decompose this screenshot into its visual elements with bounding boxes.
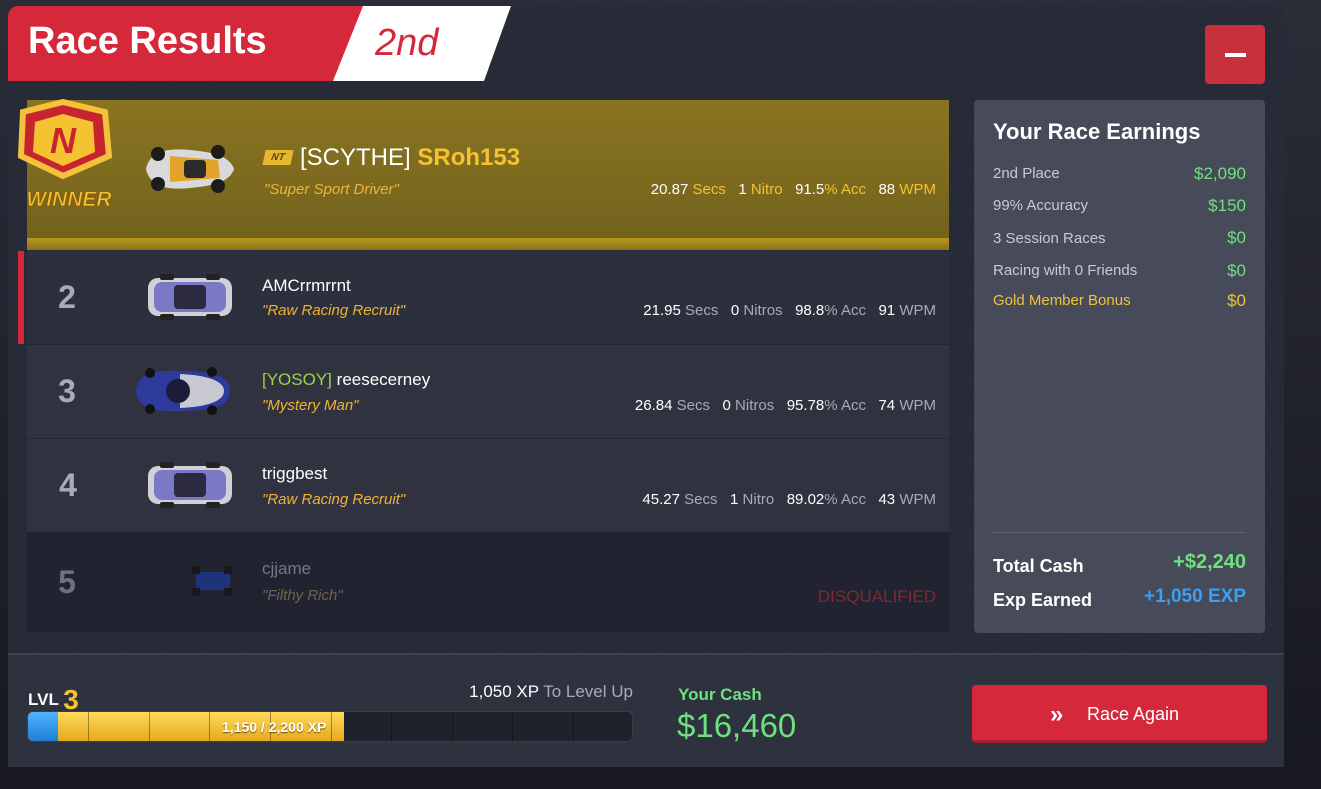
xp-progress-bar: [27, 711, 633, 742]
position-number: 5: [58, 564, 76, 600]
exp-earned-value: +1,050 EXP: [1144, 586, 1246, 607]
team-logo-icon: NT: [262, 150, 294, 165]
winner-secs: 20.87: [650, 181, 689, 198]
page-title: Race Results: [28, 20, 267, 62]
car-icon: [148, 274, 232, 320]
car-icon: [136, 367, 230, 415]
earnings-divider: [993, 532, 1246, 533]
your-cash-value: $16,460: [677, 707, 797, 744]
gold-bonus-label[interactable]: Gold Member Bonus: [993, 292, 1131, 309]
double-chevron-icon: »: [1050, 701, 1064, 728]
position-number: 4: [59, 467, 77, 503]
racer-team-tag: [YOSOY]: [262, 370, 332, 389]
race-again-label: Race Again: [1087, 704, 1180, 724]
earnings-heading: Your Race Earnings: [993, 119, 1201, 144]
earning-value: $2,090: [1194, 164, 1246, 183]
to-level-text: 1,050 XP To Level Up: [469, 682, 633, 701]
race-again-button[interactable]: » Race Again: [972, 685, 1267, 743]
racer-title: "Mystery Man": [262, 397, 359, 414]
winner-car-icon: [146, 145, 234, 193]
current-player-marker: [18, 251, 24, 344]
car-icon: [148, 462, 232, 508]
winner-name[interactable]: [SCYTHE] SRoh153: [300, 144, 520, 172]
position-number: 3: [58, 373, 76, 409]
winner-badge-icon: N WINNER: [17, 98, 113, 211]
winner-nitro: 1: [738, 181, 747, 198]
earning-label: 99% Accuracy: [993, 197, 1089, 214]
level-label: LVL: [28, 690, 59, 709]
racer-title: "Filthy Rich": [262, 587, 343, 604]
car-icon: [192, 566, 232, 596]
xp-earned-segment: [28, 712, 58, 741]
racer-name[interactable]: cjjame: [262, 559, 311, 579]
racer-stats: 21.95 Secs 0 Nitros 98.8% Acc 91 WPM: [643, 302, 936, 319]
placement-text: 2nd: [375, 22, 439, 64]
placement-badge: 2nd: [333, 6, 511, 81]
earning-label: 3 Session Races: [993, 230, 1106, 247]
acc-unit: % Acc: [824, 181, 866, 198]
racer-stats: 26.84 Secs 0 Nitros 95.78% Acc 74 WPM: [634, 397, 936, 414]
racer-name[interactable]: AMCrrmrrnt: [262, 276, 351, 296]
winner-wpm: 88: [878, 181, 896, 198]
gold-bonus-value: $0: [1227, 291, 1246, 310]
disqualified-status: DISQUALIFIED: [817, 587, 936, 606]
xp-progress-text: 1,150 / 2,200 XP: [222, 719, 327, 735]
earning-label: 2nd Place: [993, 165, 1060, 182]
racer-name[interactable]: triggbest: [262, 464, 327, 484]
winner-badge-letter: N: [50, 120, 77, 161]
earning-value: $0: [1227, 228, 1246, 247]
position-number: 2: [58, 279, 76, 315]
racer-title: "Raw Racing Recruit": [262, 491, 406, 508]
winner-title: "Super Sport Driver": [264, 181, 399, 198]
nitro-unit: Nitro: [750, 181, 783, 198]
wpm-unit: WPM: [899, 181, 936, 198]
total-cash-value: +$2,240: [1173, 551, 1246, 573]
winner-acc: 91.5: [795, 181, 825, 198]
minimize-button[interactable]: [1205, 25, 1265, 84]
result-row-5: [27, 533, 949, 632]
earning-value: $0: [1227, 261, 1246, 280]
winner-stats: 20.87 Secs 1 Nitro 91.5% Acc 88 WPM: [600, 181, 936, 198]
racer-name[interactable]: [YOSOY] reesecerney: [262, 370, 430, 390]
winner-tag: [SCYTHE]: [300, 144, 411, 171]
exp-earned-label: Exp Earned: [993, 590, 1093, 610]
earning-label: Racing with 0 Friends: [993, 262, 1138, 279]
your-cash-label: Your Cash: [678, 685, 762, 704]
secs-unit: Secs: [692, 181, 726, 198]
racer-title: "Raw Racing Recruit": [262, 302, 406, 319]
winner-badge-text: WINNER: [26, 188, 112, 211]
earning-value: $150: [1208, 196, 1246, 215]
total-cash-label: Total Cash: [993, 556, 1084, 576]
racer-stats: 45.27 Secs 1 Nitro 89.02% Acc 43 WPM: [642, 491, 936, 508]
minus-icon: [1225, 53, 1246, 57]
to-level-value: 1,050 XP: [469, 682, 539, 701]
winner-username: SRoh153: [417, 144, 521, 171]
level-indicator: LVL 3: [28, 680, 79, 715]
